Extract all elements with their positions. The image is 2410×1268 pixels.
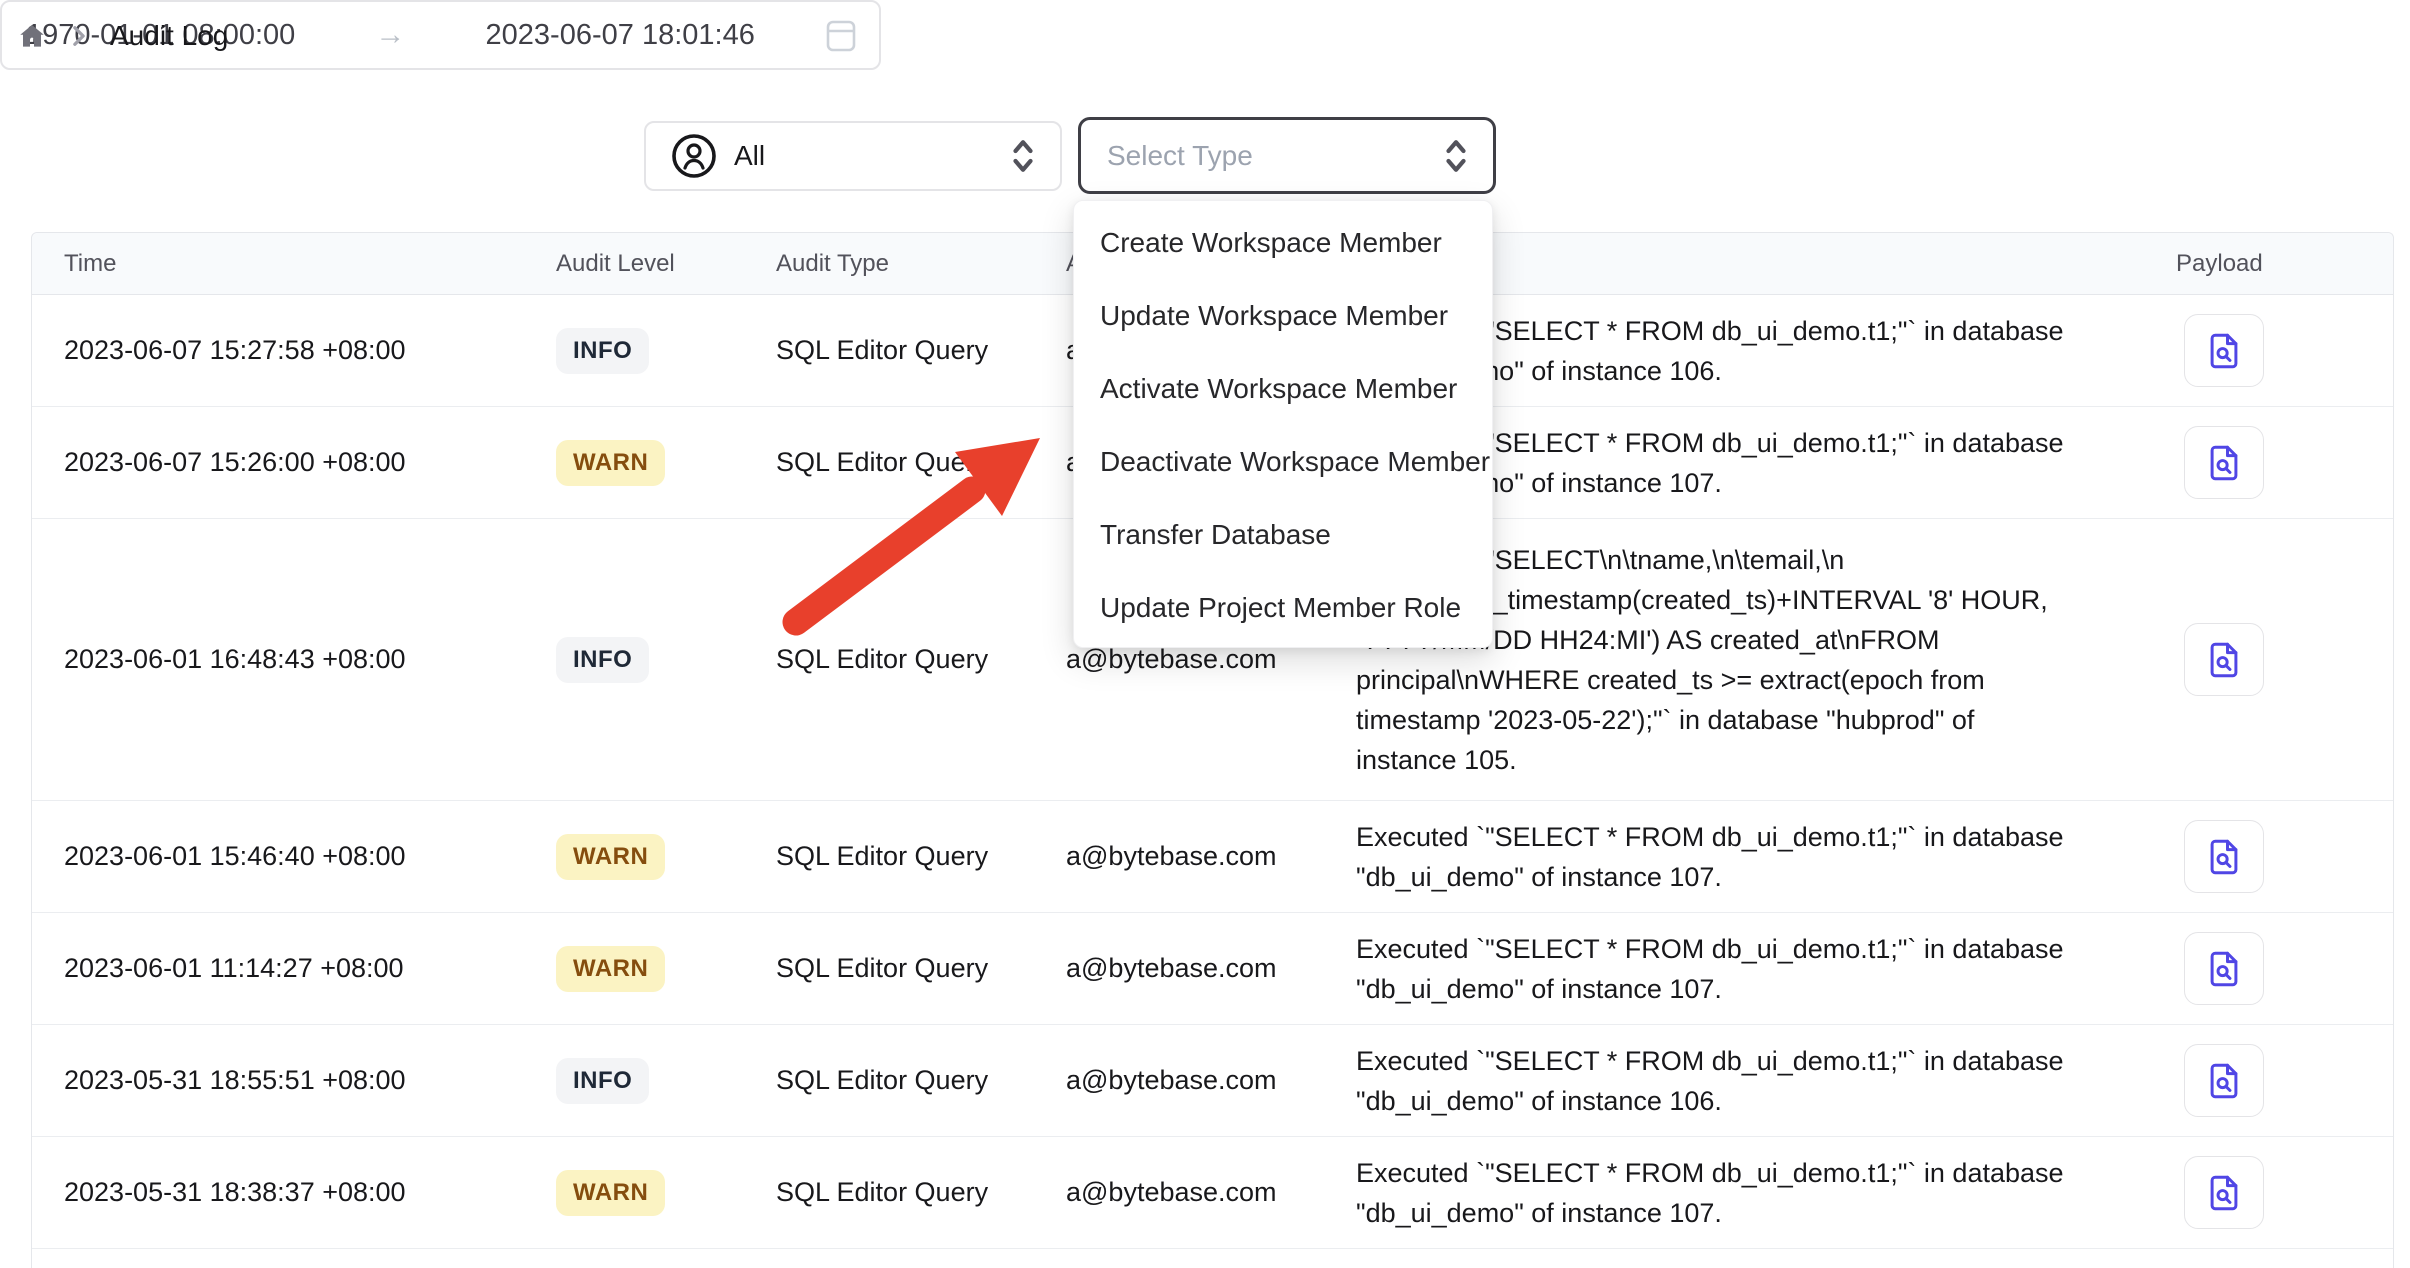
- date-range-end[interactable]: 2023-06-07 18:01:46: [486, 19, 755, 52]
- chevron-right-icon: [70, 25, 88, 47]
- time-cell: 2023-06-01 11:14:27 +08:00: [64, 953, 556, 984]
- time-cell: 2023-05-31 18:55:51 +08:00: [64, 1065, 556, 1096]
- audit-level-badge: WARN: [556, 946, 665, 992]
- calendar-icon: [825, 17, 857, 53]
- time-cell: 2023-06-07 15:26:00 +08:00: [64, 447, 556, 478]
- table-row: 2023-05-31 18:38:37 +08:00 WARN SQL Edit…: [32, 1137, 2393, 1249]
- type-filter-select[interactable]: Select Type: [1078, 117, 1496, 194]
- comment-cell: Executed `"SELECT * FROM db_ui_demo.t1;"…: [1356, 929, 2126, 1009]
- dropdown-option[interactable]: Activate Workspace Member: [1074, 352, 1492, 425]
- file-search-icon: [2203, 948, 2245, 990]
- view-payload-button[interactable]: [2184, 623, 2264, 696]
- table-row: 2023-06-01 15:46:40 +08:00 WARN SQL Edit…: [32, 801, 2393, 913]
- view-payload-button[interactable]: [2184, 1044, 2264, 1117]
- actor-filter-select[interactable]: All: [644, 121, 1062, 191]
- view-payload-button[interactable]: [2184, 314, 2264, 387]
- file-search-icon: [2203, 1172, 2245, 1214]
- type-dropdown-menu: Create Workspace MemberUpdate Workspace …: [1073, 200, 1493, 648]
- audit-level-badge: INFO: [556, 328, 649, 374]
- actor-cell: a@bytebase.com: [1066, 1177, 1356, 1208]
- audit-type-cell: SQL Editor Query: [776, 1177, 1066, 1208]
- home-icon[interactable]: [16, 21, 48, 51]
- audit-level-badge: WARN: [556, 440, 665, 486]
- actor-cell: a@bytebase.com: [1066, 953, 1356, 984]
- view-payload-button[interactable]: [2184, 1156, 2264, 1229]
- time-cell: 2023-06-01 15:46:40 +08:00: [64, 841, 556, 872]
- view-payload-button[interactable]: [2184, 820, 2264, 893]
- column-header: Payload: [2176, 250, 2395, 278]
- page-title: Audit Log: [110, 20, 228, 52]
- table-row-partial: [32, 1249, 2393, 1267]
- actor-cell: a@bytebase.com: [1066, 1065, 1356, 1096]
- table-row: 2023-06-01 11:14:27 +08:00 WARN SQL Edit…: [32, 913, 2393, 1025]
- user-circle-icon: [670, 132, 718, 180]
- column-header: Audit Type: [776, 250, 1066, 278]
- view-payload-button[interactable]: [2184, 932, 2264, 1005]
- dropdown-option[interactable]: Create Workspace Member: [1074, 206, 1492, 279]
- actor-cell: a@bytebase.com: [1066, 841, 1356, 872]
- audit-type-cell: SQL Editor Query: [776, 841, 1066, 872]
- time-cell: 2023-06-07 15:27:58 +08:00: [64, 335, 556, 366]
- dropdown-option[interactable]: Update Project Member Role: [1074, 571, 1492, 644]
- dropdown-option[interactable]: Update Workspace Member: [1074, 279, 1492, 352]
- time-cell: 2023-06-01 16:48:43 +08:00: [64, 644, 556, 675]
- audit-type-cell: SQL Editor Query: [776, 1065, 1066, 1096]
- up-down-chevron-icon: [1008, 136, 1038, 176]
- file-search-icon: [2203, 330, 2245, 372]
- comment-cell: Executed `"SELECT * FROM db_ui_demo.t1;"…: [1356, 1153, 2126, 1233]
- time-cell: 2023-05-31 18:38:37 +08:00: [64, 1177, 556, 1208]
- dropdown-option[interactable]: Deactivate Workspace Member: [1074, 425, 1492, 498]
- audit-level-badge: INFO: [556, 1058, 649, 1104]
- comment-cell: Executed `"SELECT * FROM db_ui_demo.t1;"…: [1356, 817, 2126, 897]
- arrow-right-icon: →: [365, 18, 415, 52]
- file-search-icon: [2203, 639, 2245, 681]
- audit-type-cell: SQL Editor Query: [776, 953, 1066, 984]
- column-header: Audit Level: [556, 250, 776, 278]
- audit-type-cell: SQL Editor Query: [776, 447, 1066, 478]
- file-search-icon: [2203, 1060, 2245, 1102]
- audit-level-badge: INFO: [556, 637, 649, 683]
- audit-type-cell: SQL Editor Query: [776, 335, 1066, 366]
- table-row: 2023-05-31 18:55:51 +08:00 INFO SQL Edit…: [32, 1025, 2393, 1137]
- audit-level-badge: WARN: [556, 1170, 665, 1216]
- comment-cell: Executed `"SELECT * FROM db_ui_demo.t1;"…: [1356, 1041, 2126, 1121]
- audit-type-cell: SQL Editor Query: [776, 644, 1066, 675]
- type-filter-placeholder: Select Type: [1107, 140, 1441, 172]
- breadcrumb: Audit Log: [16, 14, 228, 58]
- column-header: Time: [64, 250, 556, 278]
- actor-cell: a@bytebase.com: [1066, 644, 1356, 675]
- view-payload-button[interactable]: [2184, 426, 2264, 499]
- up-down-chevron-icon: [1441, 136, 1471, 176]
- audit-level-badge: WARN: [556, 834, 665, 880]
- file-search-icon: [2203, 836, 2245, 878]
- actor-filter-value: All: [734, 140, 1008, 172]
- dropdown-option[interactable]: Transfer Database: [1074, 498, 1492, 571]
- file-search-icon: [2203, 442, 2245, 484]
